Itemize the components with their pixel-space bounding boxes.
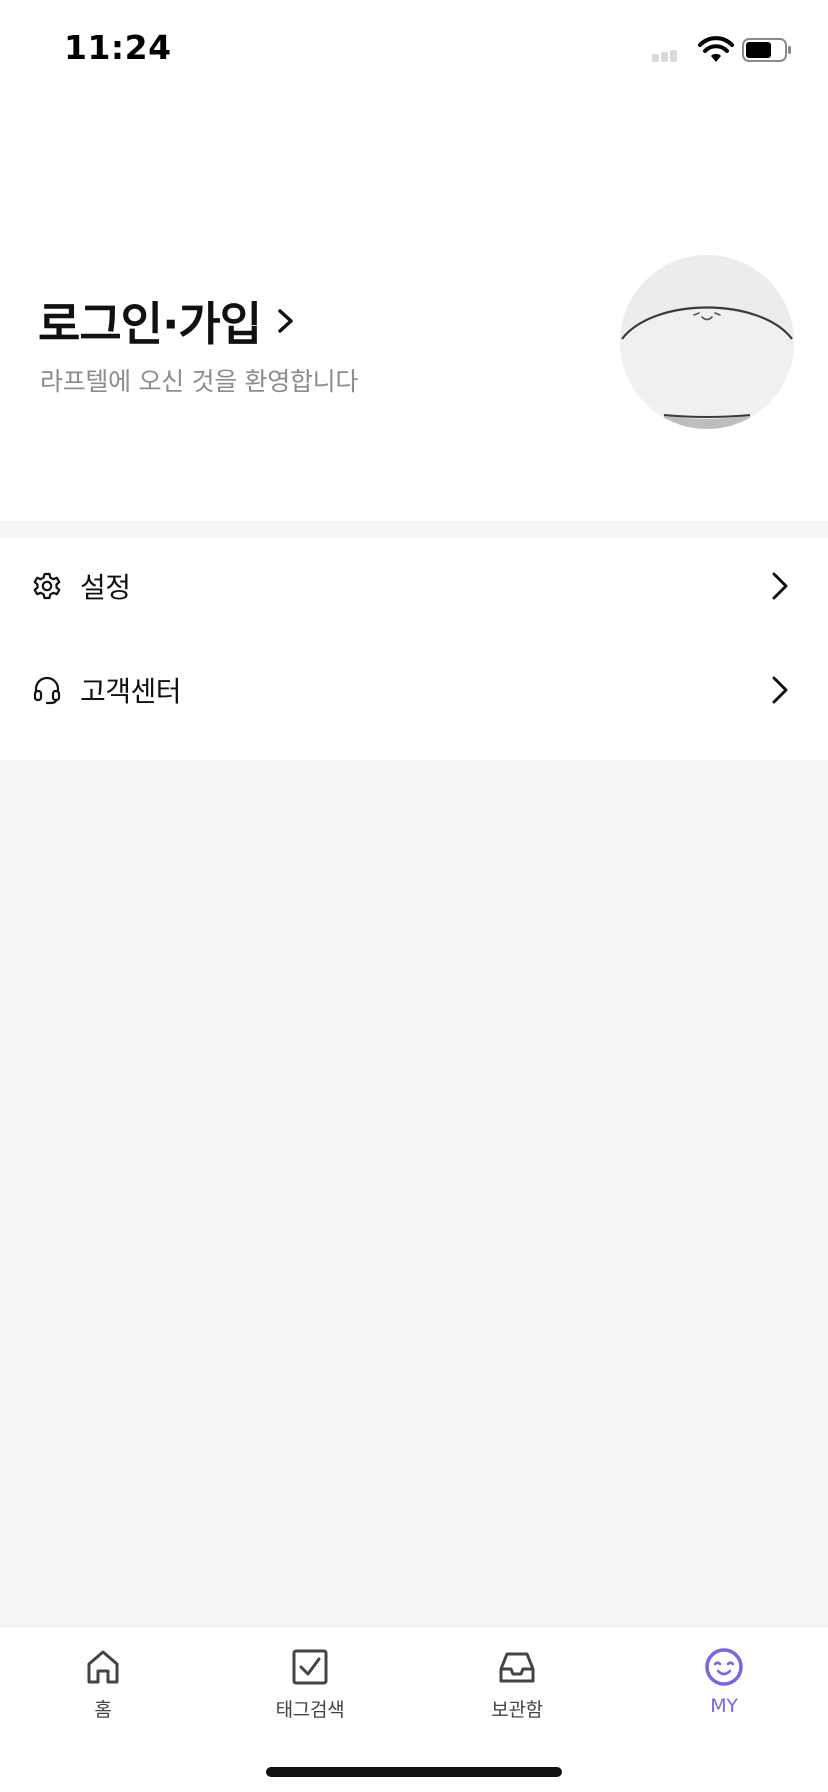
tab-home[interactable]: 홈 bbox=[28, 1647, 178, 1737]
status-bar: 11:24 bbox=[0, 0, 828, 100]
home-icon bbox=[87, 1650, 119, 1684]
my-page-screen: 11:24 로그인·가입 라프텔에 오신 것을 환영합니다 설정 고객센터 홈 … bbox=[0, 0, 828, 1792]
chevron-right-icon bbox=[772, 572, 788, 600]
settings-label: 설정 bbox=[80, 571, 131, 604]
smile-face-icon bbox=[705, 1648, 743, 1686]
menu-item-settings[interactable]: 설정 bbox=[0, 538, 828, 634]
welcome-message: 라프텔에 오신 것을 환영합니다 bbox=[40, 367, 359, 396]
menu-item-customer-center[interactable]: 고객센터 bbox=[0, 642, 828, 738]
tab-library[interactable]: 보관함 bbox=[442, 1647, 592, 1737]
status-time: 11:24 bbox=[64, 28, 172, 67]
tab-my[interactable]: MY bbox=[649, 1647, 799, 1737]
battery-icon bbox=[742, 38, 791, 62]
gear-icon bbox=[33, 572, 61, 600]
tab-tag-search-label: 태그검색 bbox=[275, 1699, 345, 1721]
profile-header: 로그인·가입 라프텔에 오신 것을 환영합니다 bbox=[0, 100, 828, 521]
menu-list: 설정 고객센터 bbox=[0, 538, 828, 760]
login-signup-link[interactable]: 로그인·가입 bbox=[38, 293, 297, 351]
avatar[interactable] bbox=[620, 255, 794, 429]
bottom-tab-bar: 홈 태그검색 보관함 MY bbox=[0, 1626, 828, 1792]
inbox-icon bbox=[499, 1652, 535, 1683]
chevron-right-icon bbox=[772, 676, 788, 704]
tab-my-label: MY bbox=[710, 1695, 738, 1717]
customer-center-label: 고객센터 bbox=[80, 675, 182, 708]
checkbox-icon bbox=[292, 1649, 328, 1685]
login-signup-title: 로그인·가입 bbox=[38, 297, 262, 351]
chevron-right-icon bbox=[278, 309, 293, 333]
tab-home-label: 홈 bbox=[94, 1699, 112, 1721]
wifi-icon bbox=[698, 36, 734, 62]
home-indicator[interactable] bbox=[266, 1767, 562, 1777]
tab-tag-search[interactable]: 태그검색 bbox=[235, 1647, 385, 1737]
smiling-face-avatar-icon bbox=[620, 255, 794, 429]
headset-icon bbox=[33, 676, 61, 705]
tab-library-label: 보관함 bbox=[491, 1699, 543, 1721]
cellular-signal-icon bbox=[652, 50, 682, 62]
